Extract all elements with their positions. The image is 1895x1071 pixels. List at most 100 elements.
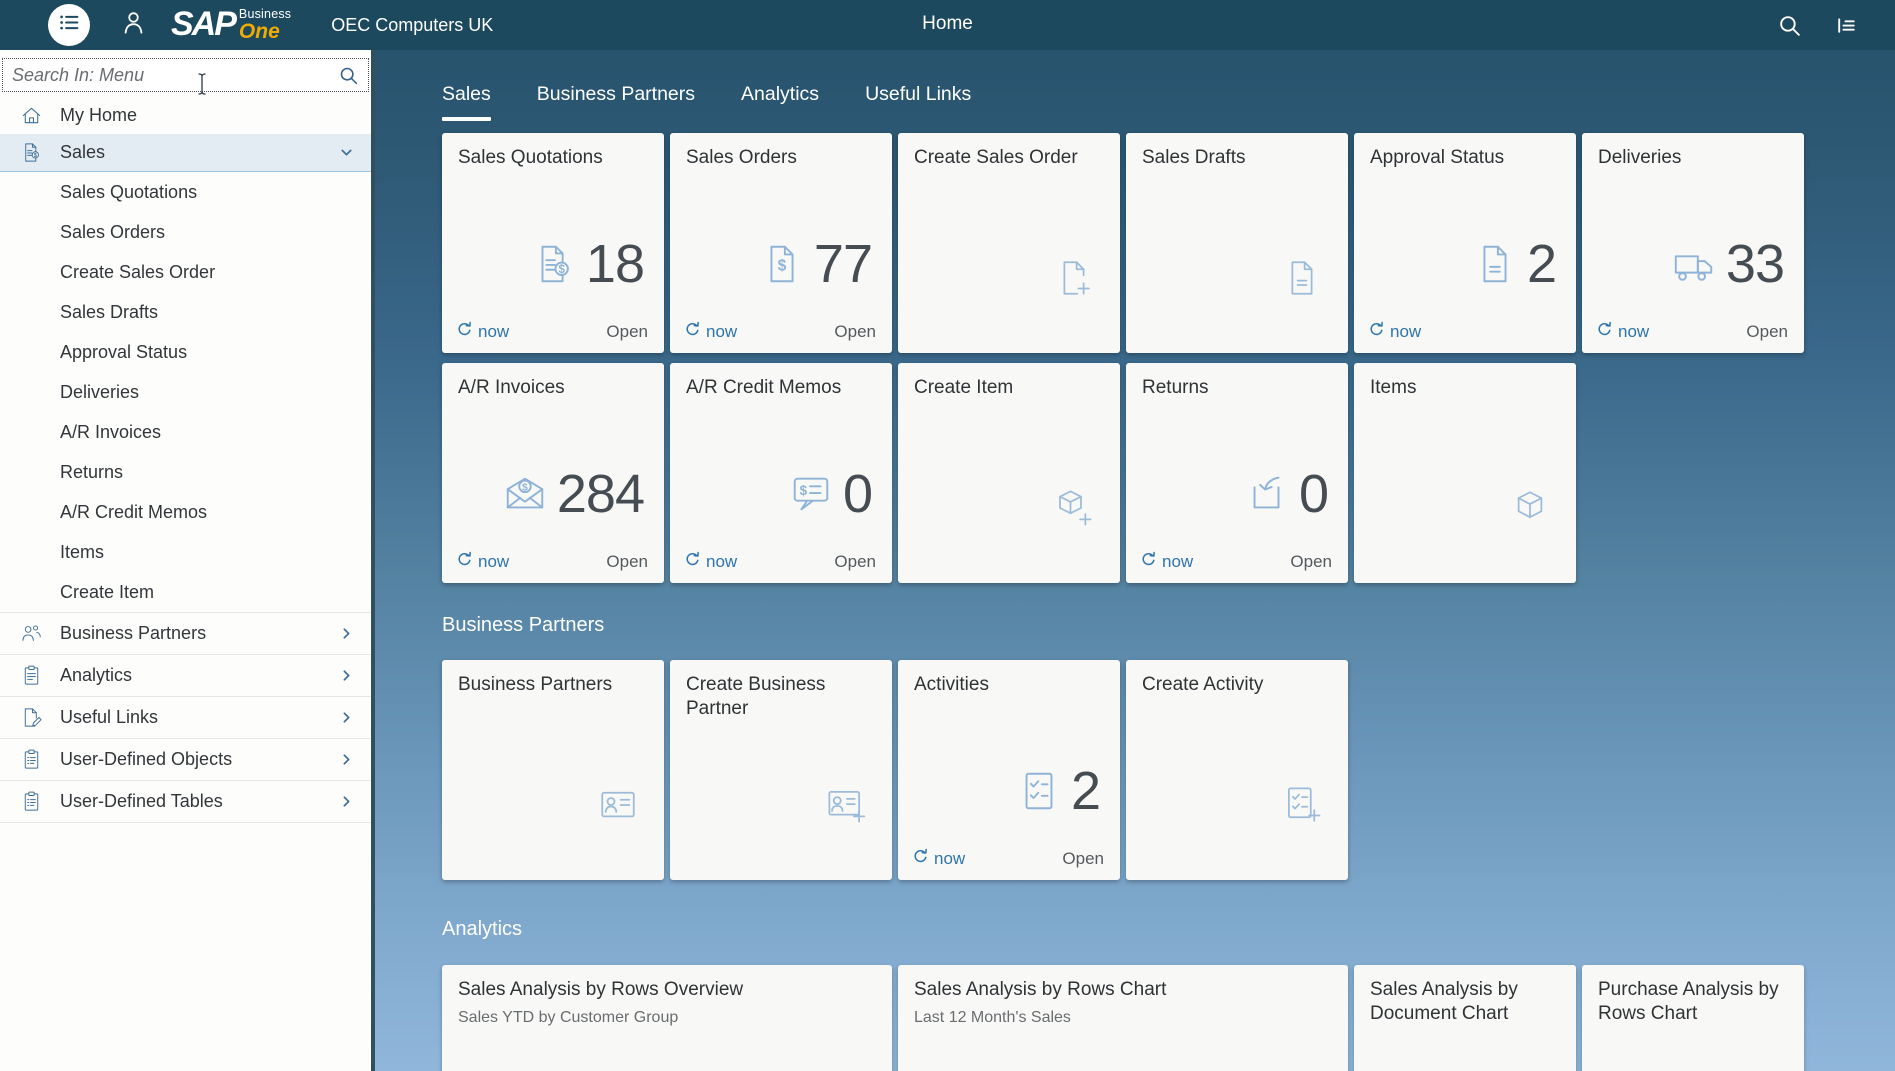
- tile-a-r-credit-memos[interactable]: A/R Credit Memos$0nowOpen: [670, 363, 892, 583]
- tile-footer: now Open: [684, 551, 876, 573]
- sidebar-item-a-r-invoices[interactable]: A/R Invoices: [0, 412, 371, 452]
- tab-underline: [741, 117, 819, 121]
- tile-sales-analysis-by-rows-overview[interactable]: Sales Analysis by Rows OverviewSales YTD…: [442, 965, 892, 1071]
- checklist-icon: [1016, 768, 1062, 814]
- tile-sales-quotations[interactable]: Sales Quotations$18nowOpen: [442, 133, 664, 353]
- main-content: Sales Business Partners Analytics Useful Li…: [375, 50, 1895, 1071]
- sidebar-search-icon[interactable]: [338, 65, 359, 86]
- tile-row: A/R Invoices$284nowOpenA/R Credit Memos$…: [442, 363, 1895, 583]
- search-icon[interactable]: [1777, 13, 1802, 38]
- refresh-link[interactable]: now: [1140, 551, 1193, 573]
- logo-business-text: Business: [239, 8, 291, 21]
- people-icon: [18, 622, 44, 645]
- open-link[interactable]: Open: [1746, 322, 1788, 342]
- sidebar-item-deliveries[interactable]: Deliveries: [0, 372, 371, 412]
- refresh-link[interactable]: now: [684, 551, 737, 573]
- clipboard-icon: [18, 664, 44, 687]
- sidebar-item-label: Create Sales Order: [60, 262, 215, 283]
- tile-sales-analysis-by-document-chart[interactable]: Sales Analysis by Document Chart: [1354, 965, 1576, 1071]
- sidebar-item-sales[interactable]: $Sales: [0, 134, 371, 172]
- tile-sections: Sales Quotations$18nowOpenSales Orders$7…: [442, 133, 1895, 1071]
- tab-sales[interactable]: Sales: [442, 83, 491, 121]
- tile-title: A/R Invoices: [442, 363, 664, 400]
- refresh-label: now: [934, 849, 965, 869]
- sidebar-item-sales-drafts[interactable]: Sales Drafts: [0, 292, 371, 332]
- doc-lines-icon: [1472, 241, 1518, 287]
- tile-create-activity[interactable]: Create Activity: [1126, 660, 1348, 880]
- tile-sales-drafts[interactable]: Sales Drafts: [1126, 133, 1348, 353]
- refresh-link[interactable]: now: [1368, 321, 1421, 343]
- tile-title: A/R Credit Memos: [670, 363, 892, 400]
- tile-create-sales-order[interactable]: Create Sales Order: [898, 133, 1120, 353]
- menu-button[interactable]: [48, 4, 90, 46]
- tab-useful-links[interactable]: Useful Links: [865, 83, 971, 121]
- tab-underline: [442, 117, 491, 121]
- tile-create-item[interactable]: Create Item: [898, 363, 1120, 583]
- tile-returns[interactable]: Returns 0 now Open: [1126, 363, 1348, 583]
- tile-activities[interactable]: Activities2nowOpen: [898, 660, 1120, 880]
- open-link[interactable]: Open: [1290, 552, 1332, 572]
- list-icon[interactable]: [1834, 13, 1859, 38]
- tile-sales-orders[interactable]: Sales Orders$77nowOpen: [670, 133, 892, 353]
- sidebar-item-a-r-credit-memos[interactable]: A/R Credit Memos: [0, 492, 371, 532]
- refresh-link[interactable]: now: [456, 551, 509, 573]
- tile-title: Create Sales Order: [898, 133, 1120, 170]
- refresh-icon: [912, 848, 929, 870]
- sidebar-item-label: Sales Drafts: [60, 302, 158, 323]
- doc-plus-icon: [1053, 257, 1095, 299]
- sidebar-item-business-partners[interactable]: Business Partners: [0, 612, 371, 654]
- tile-sales-analysis-by-rows-chart[interactable]: Sales Analysis by Rows ChartLast 12 Mont…: [898, 965, 1348, 1071]
- refresh-link[interactable]: now: [912, 848, 965, 870]
- tile-a-r-invoices[interactable]: A/R Invoices$284nowOpen: [442, 363, 664, 583]
- sidebar-item-approval-status[interactable]: Approval Status: [0, 332, 371, 372]
- menu-icon: [56, 9, 83, 41]
- tile-value: 2: [1071, 764, 1100, 818]
- tab-business-partners[interactable]: Business Partners: [537, 83, 695, 121]
- open-link[interactable]: Open: [606, 552, 648, 572]
- section-business-partners: Business PartnersBusiness PartnersCreate…: [442, 614, 1895, 880]
- open-link[interactable]: Open: [1062, 849, 1104, 869]
- sidebar-search-input[interactable]: [12, 65, 338, 86]
- sidebar-divider: [0, 822, 371, 823]
- sidebar-item-my-home[interactable]: My Home: [0, 96, 371, 134]
- open-link[interactable]: Open: [606, 322, 648, 342]
- sidebar-item-useful-links[interactable]: Useful Links: [0, 696, 371, 738]
- tile-purchase-analysis-by-rows-chart[interactable]: Purchase Analysis by Rows Chart: [1582, 965, 1804, 1071]
- sidebar-item-sales-orders[interactable]: Sales Orders: [0, 212, 371, 252]
- open-link[interactable]: Open: [834, 552, 876, 572]
- tile-items[interactable]: Items: [1354, 363, 1576, 583]
- sidebar-item-create-sales-order[interactable]: Create Sales Order: [0, 252, 371, 292]
- tile-business-partners[interactable]: Business Partners: [442, 660, 664, 880]
- logo-sap-text: SAP: [171, 8, 235, 40]
- tile-title: Sales Analysis by Rows Chart: [898, 965, 1348, 1002]
- tab-analytics[interactable]: Analytics: [741, 83, 819, 121]
- sidebar-item-label: User-Defined Objects: [60, 749, 232, 770]
- tab-label: Business Partners: [537, 83, 695, 105]
- sidebar-item-user-defined-tables[interactable]: User-Defined Tables: [0, 780, 371, 822]
- refresh-link[interactable]: now: [456, 321, 509, 343]
- tile-footer: now Open: [456, 321, 648, 343]
- section-heading: Analytics: [442, 918, 1895, 941]
- tile-footer: now Open: [684, 321, 876, 343]
- tile-value: 0: [1299, 467, 1328, 521]
- sidebar-item-items[interactable]: Items: [0, 532, 371, 572]
- sidebar-item-create-item[interactable]: Create Item: [0, 572, 371, 612]
- sidebar-item-user-defined-objects[interactable]: User-Defined Objects: [0, 738, 371, 780]
- sidebar-item-returns[interactable]: Returns: [0, 452, 371, 492]
- sidebar-item-analytics[interactable]: Analytics: [0, 654, 371, 696]
- user-button[interactable]: [120, 9, 147, 41]
- sidebar-item-sales-quotations[interactable]: Sales Quotations: [0, 172, 371, 212]
- refresh-link[interactable]: now: [1596, 321, 1649, 343]
- tile-approval-status[interactable]: Approval Status2now: [1354, 133, 1576, 353]
- refresh-link[interactable]: now: [684, 321, 737, 343]
- tile-subtitle: Last 12 Month's Sales: [898, 1002, 1348, 1027]
- sidebar-item-label: Sales Orders: [60, 222, 165, 243]
- company-name: OEC Computers UK: [331, 15, 493, 36]
- open-link[interactable]: Open: [834, 322, 876, 342]
- tab-label: Useful Links: [865, 83, 971, 105]
- tile-row: Sales Quotations$18nowOpenSales Orders$7…: [442, 133, 1895, 353]
- refresh-label: now: [1390, 322, 1421, 342]
- tile-create-business-partner[interactable]: Create Business Partner: [670, 660, 892, 880]
- tile-title: Returns: [1126, 363, 1348, 400]
- tile-deliveries[interactable]: Deliveries33nowOpen: [1582, 133, 1804, 353]
